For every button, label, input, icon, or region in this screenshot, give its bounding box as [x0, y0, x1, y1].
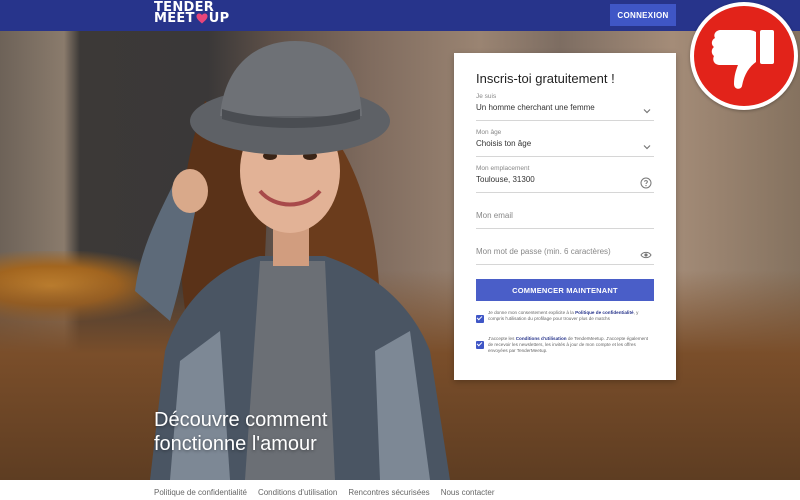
top-header: TENDER MEET UP CONNEXION: [0, 0, 800, 31]
location-input[interactable]: Mon emplacement Toulouse, 31300: [476, 165, 654, 193]
footer-links: Politique de confidentialité Conditions …: [154, 488, 495, 497]
gender-label: Je suis: [476, 93, 497, 100]
terms-text-a: J'accepte les: [488, 336, 515, 341]
logo-line2-part2: UP: [208, 11, 230, 26]
footer-link-contact[interactable]: Nous contacter: [441, 488, 495, 497]
email-placeholder: Mon email: [476, 211, 513, 220]
age-label: Mon âge: [476, 129, 502, 136]
footer-link-safe-dating[interactable]: Rencontres sécurisées: [348, 488, 429, 497]
password-placeholder: Mon mot de passe (min. 6 caractères): [476, 247, 611, 256]
login-button[interactable]: CONNEXION: [610, 4, 676, 26]
terms-checkbox[interactable]: [476, 341, 484, 349]
privacy-consent: Je donne mon consentement explicite à la…: [476, 310, 654, 323]
location-value: Toulouse, 31300: [476, 175, 535, 184]
logo-line2-part1: MEET: [154, 11, 195, 26]
age-select[interactable]: Mon âge Choisis ton âge: [476, 129, 654, 157]
gender-value: Un homme cherchant une femme: [476, 103, 595, 112]
privacy-checkbox[interactable]: [476, 315, 484, 323]
footer-link-terms[interactable]: Conditions d'utilisation: [258, 488, 337, 497]
terms-consent: J'accepte les Conditions d'utilisation d…: [476, 336, 654, 354]
heart-icon: [196, 13, 208, 24]
form-title: Inscris-toi gratuitement !: [476, 71, 615, 86]
logo[interactable]: TENDER MEET UP: [154, 1, 230, 26]
location-label: Mon emplacement: [476, 165, 530, 172]
chevron-down-icon: [643, 145, 651, 150]
hero-title-line1: Découvre comment: [154, 409, 328, 431]
footer-link-privacy[interactable]: Politique de confidentialité: [154, 488, 247, 497]
email-field[interactable]: Mon email: [476, 211, 654, 229]
signup-form: Inscris-toi gratuitement ! Je suis Un ho…: [454, 53, 676, 380]
terms-consent-text: J'accepte les Conditions d'utilisation d…: [488, 336, 654, 354]
hero-image: Découvre comment fonctionne l'amour: [0, 31, 800, 480]
privacy-policy-link[interactable]: Politique de confidentialité: [575, 310, 633, 315]
chevron-down-icon: [643, 109, 651, 114]
privacy-consent-text: Je donne mon consentement explicite à la…: [488, 310, 654, 323]
help-circle-icon[interactable]: [640, 177, 652, 189]
gender-select[interactable]: Je suis Un homme cherchant une femme: [476, 93, 654, 121]
terms-of-use-link[interactable]: Conditions d'utilisation: [516, 336, 567, 341]
hero-title-line2: fonctionne l'amour: [154, 433, 317, 455]
footer: Politique de confidentialité Conditions …: [0, 480, 800, 500]
hero-title: Découvre comment fonctionne l'amour: [154, 408, 327, 456]
thumbs-down-icon: [711, 30, 774, 89]
password-field[interactable]: Mon mot de passe (min. 6 caractères): [476, 247, 654, 265]
rating-badge: [690, 2, 798, 110]
eye-icon[interactable]: [640, 250, 652, 260]
privacy-text-a: Je donne mon consentement explicite à la: [488, 310, 574, 315]
age-value: Choisis ton âge: [476, 139, 532, 148]
start-now-button[interactable]: COMMENCER MAINTENANT: [476, 279, 654, 301]
